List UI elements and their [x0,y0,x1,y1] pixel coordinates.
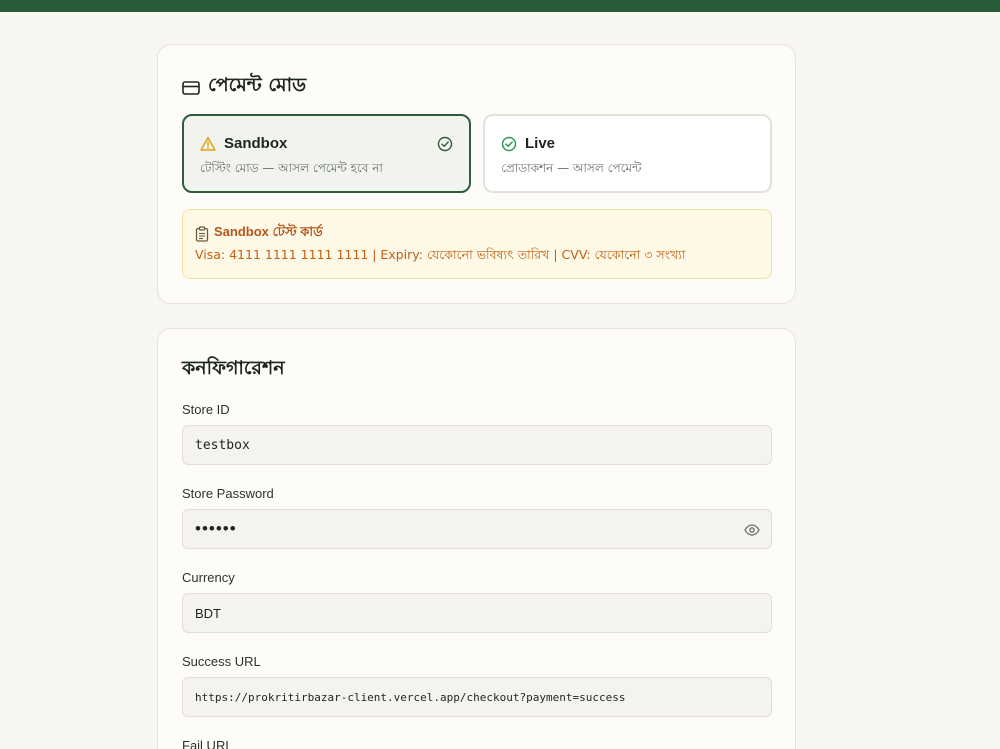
mode-label-live: Live [525,135,556,152]
eye-icon[interactable] [744,522,760,538]
configuration-card: কনফিগারেশন Store ID testbox Store Passwo… [157,328,796,749]
store-password-value: •••••• [195,519,237,538]
success-url-value: https://prokritirbazar-client.vercel.app… [195,690,626,704]
mode-label-sandbox: Sandbox [224,135,288,152]
top-header-bar [0,0,1000,12]
notice-title: Sandbox টেস্ট কার্ড [214,224,323,239]
success-url-input[interactable]: https://prokritirbazar-client.vercel.app… [182,677,772,717]
mode-option-sandbox[interactable]: Sandbox টেস্টিং মোড — আসল পেমেন্ট হবে না [182,114,471,193]
currency-label: Currency [182,570,235,585]
notice-text: Visa: 4111 1111 1111 1111 | Expiry: যেকো… [195,247,686,262]
configuration-title: কনফিগারেশন [182,357,285,379]
payment-mode-card: পেমেন্ট মোড Sandbox টেস্টিং মোড — আসল পে… [157,44,796,304]
fail-url-label: Fail URL [182,738,233,749]
check-circle-icon [501,136,517,152]
store-id-value: testbox [195,437,250,453]
clipboard-icon [195,225,209,242]
mode-desc-live: প্রোডাকশন — আসল পেমেন্ট [501,161,642,175]
success-url-label: Success URL [182,654,261,669]
store-password-label: Store Password [182,486,274,501]
store-password-input[interactable]: •••••• [182,509,772,549]
payment-mode-heading: পেমেন্ট মোড [182,71,306,103]
mode-option-live[interactable]: Live প্রোডাকশন — আসল পেমেন্ট [483,114,772,193]
store-id-label: Store ID [182,402,230,417]
currency-input[interactable]: BDT [182,593,772,633]
mode-desc-sandbox: টেস্টিং মোড — আসল পেমেন্ট হবে না [200,161,383,175]
sandbox-test-card-notice: Sandbox টেস্ট কার্ড Visa: 4111 1111 1111… [182,209,772,279]
credit-card-icon [182,79,200,95]
payment-mode-title: পেমেন্ট মোড [208,74,307,96]
currency-value: BDT [195,605,221,621]
store-id-input[interactable]: testbox [182,425,772,465]
selected-check-icon [437,136,453,152]
warning-icon [200,136,216,152]
